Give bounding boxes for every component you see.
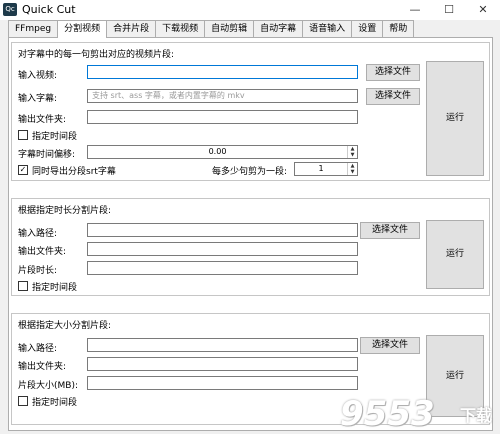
output-folder-field[interactable] [87, 357, 358, 371]
input-path-field[interactable] [87, 338, 358, 352]
specify-time-label: 指定时间段 [32, 283, 78, 293]
input-video-field[interactable] [87, 65, 358, 79]
watermark-sub: 下载 [460, 406, 493, 425]
choose-file-button[interactable]: 选择文件 [360, 337, 420, 354]
output-folder-label: 输出文件夹: [18, 115, 67, 125]
duration-split-group: 根据指定时长分割片段: 输入路径: 选择文件 输出文件夹: 片段时长: 指定时间… [11, 198, 490, 296]
choose-video-file-button[interactable]: 选择文件 [366, 64, 420, 81]
input-path-label: 输入路径: [18, 229, 58, 239]
export-srt-checkbox[interactable]: ✓ [18, 165, 28, 175]
segment-size-field[interactable] [87, 376, 358, 390]
tab-help[interactable]: 帮助 [382, 20, 415, 37]
subtitle-offset-value: 0.00 [208, 147, 227, 156]
close-button[interactable]: ✕ [466, 0, 500, 20]
tab-auto-edit[interactable]: 自动剪辑 [204, 20, 255, 37]
specify-time-label: 指定时间段 [32, 132, 78, 142]
specify-time-label: 指定时间段 [32, 398, 78, 408]
subtitle-offset-spinbox[interactable]: 0.00 ▲ ▼ [87, 145, 358, 159]
tab-voice-input[interactable]: 语音输入 [302, 20, 353, 37]
sentences-per-segment-label: 每多少句剪为一段: [212, 167, 288, 177]
export-srt-label: 同时导出分段srt字幕 [32, 167, 116, 177]
choose-file-button[interactable]: 选择文件 [360, 222, 420, 239]
window-title: Quick Cut [22, 3, 76, 16]
tab-auto-subtitle[interactable]: 自动字幕 [253, 20, 304, 37]
subtitle-split-group: 对字幕中的每一句剪出对应的视频片段: 输入视频: 选择文件 输入字幕: 支持 s… [11, 42, 490, 181]
app-logo-icon: Qc [3, 3, 17, 16]
minimize-button[interactable]: — [398, 0, 432, 20]
tab-bar: FFmpeg 分割视频 合并片段 下载视频 自动剪辑 自动字幕 语音输入 设置 … [8, 20, 415, 38]
sentences-per-segment-value: 1 [318, 164, 324, 173]
group-title: 根据指定大小分割片段: [18, 321, 112, 331]
output-folder-label: 输出文件夹: [18, 247, 67, 257]
input-video-label: 输入视频: [18, 71, 58, 81]
input-subtitle-label: 输入字幕: [18, 94, 58, 104]
specify-time-checkbox[interactable] [18, 281, 28, 291]
watermark-logo: 9553 [340, 394, 435, 434]
segment-length-field[interactable] [87, 261, 358, 275]
tab-settings[interactable]: 设置 [351, 20, 384, 37]
tab-merge-clips[interactable]: 合并片段 [106, 20, 157, 37]
subtitle-offset-label: 字幕时间偏移: [18, 150, 76, 160]
output-folder-field[interactable] [87, 110, 358, 124]
tab-split-video[interactable]: 分割视频 [57, 20, 108, 38]
maximize-button[interactable]: ☐ [432, 0, 466, 20]
input-path-field[interactable] [87, 223, 358, 237]
output-folder-label: 输出文件夹: [18, 362, 67, 372]
choose-subtitle-file-button[interactable]: 选择文件 [366, 88, 420, 105]
sentences-per-segment-spinbox[interactable]: 1 ▲ ▼ [294, 162, 358, 176]
tab-download-video[interactable]: 下载视频 [155, 20, 206, 37]
segment-size-label: 片段大小(MB): [18, 381, 78, 391]
segment-length-label: 片段时长: [18, 266, 58, 276]
title-bar: Qc Quick Cut — ☐ ✕ [0, 0, 500, 20]
input-path-label: 输入路径: [18, 344, 58, 354]
tab-ffmpeg[interactable]: FFmpeg [8, 20, 59, 37]
group-title: 根据指定时长分割片段: [18, 206, 112, 216]
input-subtitle-field[interactable]: 支持 srt、ass 字幕，或者内置字幕的 mkv [87, 89, 358, 103]
split-video-pane: 对字幕中的每一句剪出对应的视频片段: 输入视频: 选择文件 输入字幕: 支持 s… [8, 37, 493, 431]
specify-time-checkbox[interactable] [18, 396, 28, 406]
run-button[interactable]: 运行 [426, 220, 484, 289]
output-folder-field[interactable] [87, 242, 358, 256]
specify-time-checkbox[interactable] [18, 130, 28, 140]
spin-arrows-icon[interactable]: ▲ ▼ [347, 163, 357, 175]
group-title: 对字幕中的每一句剪出对应的视频片段: [18, 50, 175, 60]
run-button[interactable]: 运行 [426, 61, 484, 176]
spin-arrows-icon[interactable]: ▲ ▼ [347, 146, 357, 158]
